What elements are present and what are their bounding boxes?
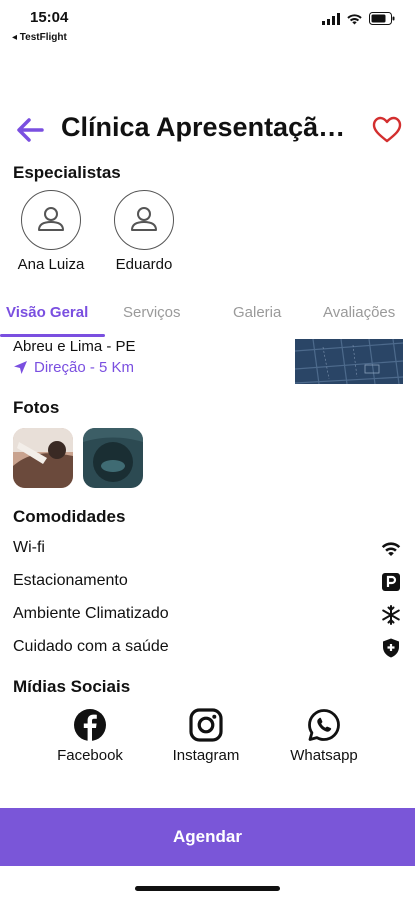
status-bar: 15:04 ◂ TestFlight <box>0 0 415 50</box>
amenities-title: Comodidades <box>13 507 126 526</box>
address-text: Abreu e Lima - PE <box>13 338 136 355</box>
photos-title: Fotos <box>13 398 60 417</box>
photo-thumbnail[interactable] <box>83 428 143 488</box>
schedule-button[interactable]: Agendar <box>0 808 415 866</box>
parking-icon <box>382 573 400 591</box>
tab-services[interactable]: Serviços <box>123 304 181 321</box>
amenity-label: Cuidado com a saúde <box>13 638 169 655</box>
instagram-label: Instagram <box>172 747 240 764</box>
home-indicator <box>135 886 280 891</box>
avatar <box>21 190 81 250</box>
whatsapp-icon <box>308 709 340 741</box>
photo-2 <box>83 428 143 488</box>
snowflake-icon <box>382 605 400 625</box>
direction-link[interactable]: Direção - 5 Km <box>13 359 134 376</box>
wifi-icon <box>347 13 362 24</box>
amenity-label: Wi-fi <box>13 539 45 556</box>
map-image <box>295 339 403 384</box>
battery-icon <box>369 12 395 25</box>
whatsapp-label: Whatsapp <box>290 747 358 764</box>
back-to-app-link[interactable]: ◂ TestFlight <box>12 32 67 43</box>
wifi-icon <box>381 542 401 556</box>
status-time: 15:04 <box>30 9 69 26</box>
photo-1 <box>13 428 73 488</box>
signal-icon <box>322 12 340 25</box>
arrow-left-icon[interactable] <box>14 114 46 146</box>
specialist-card[interactable]: Ana Luiza <box>11 190 91 273</box>
amenity-label: Ambiente Climatizado <box>13 605 169 622</box>
specialist-name: Ana Luiza <box>17 256 85 273</box>
facebook-link[interactable]: Facebook <box>40 708 140 764</box>
header: Clínica Apresentação Teste <box>0 110 415 152</box>
facebook-label: Facebook <box>57 747 123 764</box>
user-icon <box>130 206 157 231</box>
direction-label: Direção - 5 Km <box>34 359 135 376</box>
user-icon <box>37 206 64 231</box>
social-title: Mídias Sociais <box>13 677 131 696</box>
shield-plus-icon <box>383 638 399 658</box>
instagram-icon <box>189 708 223 742</box>
status-icons <box>322 12 395 25</box>
facebook-icon <box>74 709 106 741</box>
specialist-name: Eduardo <box>115 256 173 273</box>
heart-icon[interactable] <box>372 116 402 144</box>
avatar <box>114 190 174 250</box>
photo-thumbnail[interactable] <box>13 428 73 488</box>
tab-gallery[interactable]: Galeria <box>233 304 281 321</box>
instagram-link[interactable]: Instagram <box>156 708 256 764</box>
tab-active-indicator <box>0 334 105 337</box>
tab-overview[interactable]: Visão Geral <box>6 304 88 321</box>
whatsapp-link[interactable]: Whatsapp <box>274 708 374 764</box>
map-thumbnail[interactable] <box>295 339 403 384</box>
specialist-card[interactable]: Eduardo <box>104 190 184 273</box>
navigation-arrow-icon <box>14 361 27 374</box>
tab-reviews[interactable]: Avaliações <box>323 304 395 321</box>
tab-bar: Visão Geral Serviços Galeria Avaliações <box>0 300 415 340</box>
specialists-title: Especialistas <box>13 163 121 182</box>
amenity-label: Estacionamento <box>13 572 128 589</box>
page-title: Clínica Apresentação Teste <box>61 112 361 142</box>
